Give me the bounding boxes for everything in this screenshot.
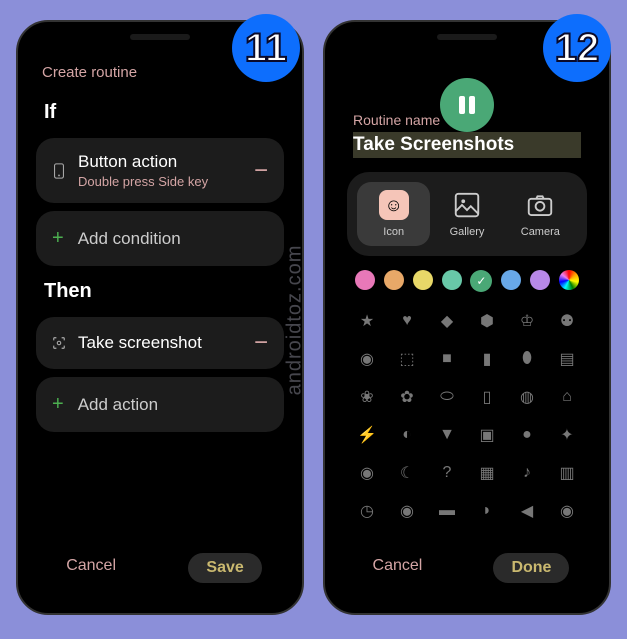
- then-section-label: Then: [26, 270, 294, 313]
- condition-title: Button action: [78, 152, 242, 172]
- footer-bar: Cancel Done: [333, 535, 601, 605]
- cancel-button[interactable]: Cancel: [58, 553, 124, 583]
- tab-gallery-label: Gallery: [450, 226, 485, 238]
- chat-icon[interactable]: ◗: [471, 498, 503, 524]
- add-condition-label: Add condition: [78, 229, 181, 249]
- help-icon[interactable]: ?: [431, 460, 463, 486]
- bone-icon[interactable]: ⬭: [431, 384, 463, 410]
- color-swatch-4[interactable]: ✓: [470, 270, 492, 292]
- gallery-icon: [452, 190, 482, 220]
- ball-icon[interactable]: ●: [511, 422, 543, 448]
- step-badge-12: 12: [543, 14, 611, 82]
- phone-left: Create routine If Button action Double p…: [16, 20, 304, 615]
- color-swatch-6[interactable]: [530, 270, 550, 290]
- color-swatch-7[interactable]: [559, 270, 579, 290]
- heart-icon[interactable]: ♥: [391, 308, 423, 334]
- plus-icon: +: [52, 227, 64, 250]
- lightning-icon[interactable]: ⚡: [351, 422, 383, 448]
- save-button[interactable]: Save: [188, 553, 261, 583]
- color-swatch-1[interactable]: [384, 270, 404, 290]
- building-icon[interactable]: ▦: [471, 460, 503, 486]
- star-icon[interactable]: ★: [351, 308, 383, 334]
- puzzle-icon[interactable]: ⬚: [391, 346, 423, 372]
- color-swatch-3[interactable]: [442, 270, 462, 290]
- action-title: Take screenshot: [78, 333, 242, 353]
- add-action-label: Add action: [78, 395, 158, 415]
- if-section-label: If: [26, 91, 294, 134]
- tab-camera[interactable]: Camera: [504, 182, 577, 246]
- color-swatch-0[interactable]: [355, 270, 375, 290]
- camera-icon: [525, 190, 555, 220]
- bot-icon[interactable]: ◉: [351, 346, 383, 372]
- footer-bar: Cancel Save: [26, 535, 294, 605]
- cancel-button[interactable]: Cancel: [365, 553, 431, 583]
- fork-icon[interactable]: ▯: [471, 384, 503, 410]
- car-icon[interactable]: ▬: [431, 498, 463, 524]
- color-picker-row: ✓: [351, 270, 583, 292]
- condition-card[interactable]: Button action Double press Side key −: [36, 138, 284, 203]
- pause-icon: [440, 78, 494, 132]
- moon-icon[interactable]: ☾: [391, 460, 423, 486]
- add-condition-button[interactable]: + Add condition: [36, 211, 284, 266]
- flower-icon[interactable]: ✿: [391, 384, 423, 410]
- music-icon[interactable]: ♪: [511, 460, 543, 486]
- face-icon: ☺: [379, 190, 409, 220]
- done-button[interactable]: Done: [493, 553, 569, 583]
- diamond-icon[interactable]: ◆: [431, 308, 463, 334]
- icon-source-tabs: ☺ Icon Gallery Camera: [347, 172, 587, 256]
- screenshot-icon: [52, 335, 66, 351]
- step-badge-11: 11: [232, 14, 300, 82]
- clock-icon[interactable]: ◷: [351, 498, 383, 524]
- bottle-icon[interactable]: ▮: [471, 346, 503, 372]
- remove-condition-button[interactable]: −: [254, 159, 268, 183]
- phone-right: Routine name Take Screenshots ☺ Icon Gal…: [323, 20, 611, 615]
- speaker-icon[interactable]: ◀: [511, 498, 543, 524]
- paw-icon[interactable]: ✦: [551, 422, 583, 448]
- bulb-icon[interactable]: ◉: [351, 460, 383, 486]
- phone-speaker: [437, 34, 497, 40]
- tab-gallery[interactable]: Gallery: [430, 182, 503, 246]
- gift-icon[interactable]: ■: [431, 346, 463, 372]
- screen-create-routine: Create routine If Button action Double p…: [26, 50, 294, 605]
- tab-icon-label: Icon: [383, 226, 404, 238]
- robot-icon[interactable]: ⚉: [551, 308, 583, 334]
- tab-camera-label: Camera: [521, 226, 560, 238]
- print-icon[interactable]: ▥: [551, 460, 583, 486]
- crown-icon[interactable]: ♔: [511, 308, 543, 334]
- phone-speaker: [130, 34, 190, 40]
- watermark-text: androidtoz.com: [284, 244, 307, 395]
- food-icon[interactable]: ◍: [511, 384, 543, 410]
- leaf-icon[interactable]: ❀: [351, 384, 383, 410]
- plus-icon: +: [52, 393, 64, 416]
- bear-icon[interactable]: ⬢: [471, 308, 503, 334]
- action-card[interactable]: Take screenshot −: [36, 317, 284, 369]
- controller-icon[interactable]: ⬮: [511, 346, 543, 372]
- basket-icon[interactable]: ▣: [471, 422, 503, 448]
- screen-routine-name: Routine name Take Screenshots ☺ Icon Gal…: [333, 50, 601, 605]
- button-action-icon: [52, 163, 66, 179]
- color-swatch-2[interactable]: [413, 270, 433, 290]
- group-icon[interactable]: ◉: [551, 498, 583, 524]
- routine-name-input[interactable]: Take Screenshots: [353, 132, 581, 158]
- cart-icon[interactable]: ▤: [551, 346, 583, 372]
- home-icon[interactable]: ⌂: [551, 384, 583, 410]
- add-action-button[interactable]: + Add action: [36, 377, 284, 432]
- remove-action-button[interactable]: −: [254, 331, 268, 355]
- pin-icon[interactable]: ◉: [391, 498, 423, 524]
- tab-icon[interactable]: ☺ Icon: [357, 182, 430, 246]
- paint-icon[interactable]: ◐: [391, 422, 423, 448]
- icon-grid: ★♥◆⬢♔⚉◉⬚■▮⬮▤❀✿⬭▯◍⌂⚡◐▼▣●✦◉☾?▦♪▥◷◉▬◗◀◉▢▭▽▶…: [351, 308, 583, 535]
- color-swatch-5[interactable]: [501, 270, 521, 290]
- condition-subtitle: Double press Side key: [78, 174, 242, 189]
- drink-icon[interactable]: ▼: [431, 422, 463, 448]
